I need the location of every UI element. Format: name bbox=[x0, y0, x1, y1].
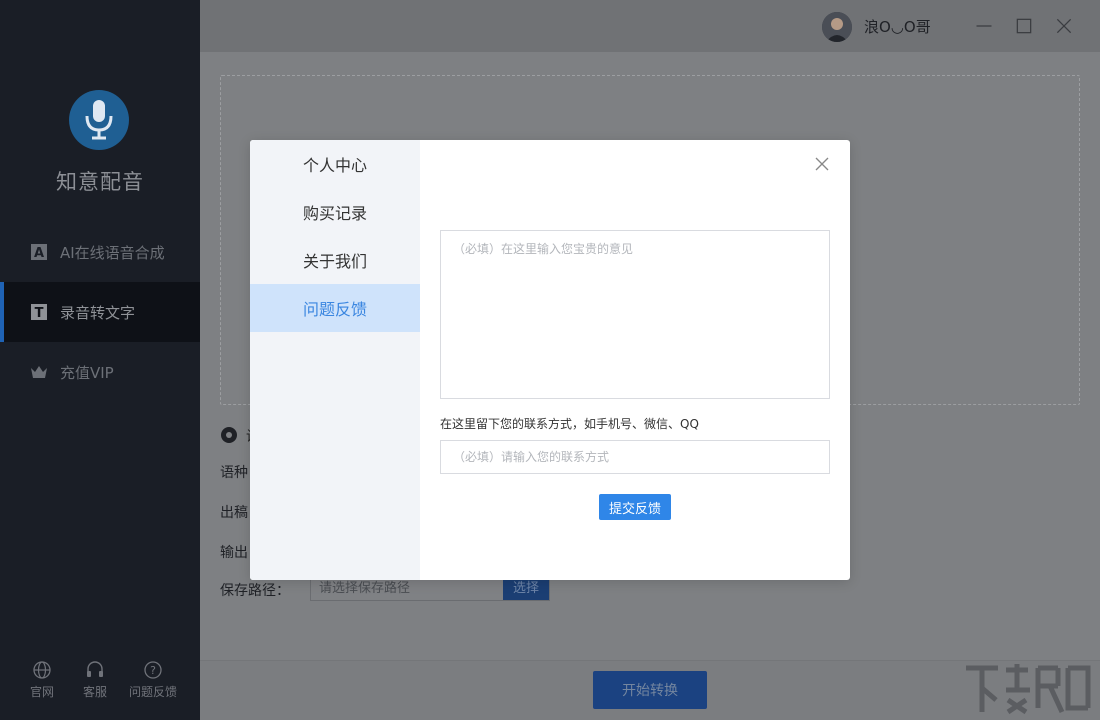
app-name: 知意配音 bbox=[56, 170, 144, 194]
watermark-logo bbox=[962, 660, 1092, 716]
sidebar-item-label: AI在线语音合成 bbox=[60, 243, 165, 262]
sidebar-item-audio-to-text[interactable]: T 录音转文字 bbox=[0, 282, 200, 342]
gear-icon bbox=[220, 426, 238, 444]
sidebar-item-vip[interactable]: 充值VIP bbox=[0, 342, 200, 402]
sidebar-item-label: 录音转文字 bbox=[60, 303, 136, 322]
close-icon[interactable] bbox=[814, 156, 830, 172]
title-bar: 浪O◡O哥 bbox=[200, 0, 1100, 52]
footer-label: 问题反馈 bbox=[128, 685, 177, 699]
start-convert-button[interactable]: 开始转换 bbox=[593, 671, 707, 709]
contact-label: 在这里留下您的联系方式，如手机号、微信、QQ bbox=[440, 417, 699, 431]
text-a-icon: A bbox=[30, 243, 48, 261]
submit-feedback-button[interactable]: 提交反馈 bbox=[599, 494, 671, 520]
footer-support[interactable]: 客服 bbox=[79, 660, 111, 700]
sidebar-item-ai-tts[interactable]: A AI在线语音合成 bbox=[0, 222, 200, 282]
feedback-textarea[interactable]: （必填）在这里输入您宝贵的意见 bbox=[440, 230, 830, 399]
globe-icon bbox=[32, 660, 52, 680]
sidebar: 知意配音 A AI在线语音合成 T 录音转文字 充值VIP 官网 客服 ? 问题… bbox=[0, 0, 200, 720]
footer-feedback[interactable]: ? 问题反馈 bbox=[124, 660, 182, 700]
minimize-icon[interactable] bbox=[972, 14, 996, 38]
crown-icon bbox=[30, 363, 48, 381]
question-icon: ? bbox=[143, 660, 163, 680]
tab-about-us[interactable]: 关于我们 bbox=[250, 236, 420, 284]
footer-label: 客服 bbox=[82, 685, 107, 699]
save-path-input[interactable]: 请选择保存路径 选择 bbox=[310, 577, 550, 601]
maximize-icon[interactable] bbox=[1012, 14, 1036, 38]
tab-profile[interactable]: 个人中心 bbox=[250, 140, 420, 188]
svg-text:?: ? bbox=[150, 664, 156, 677]
draft-label: 出稿 bbox=[220, 505, 248, 521]
microphone-logo-icon bbox=[69, 90, 129, 150]
tab-feedback[interactable]: 问题反馈 bbox=[250, 284, 420, 332]
avatar[interactable] bbox=[822, 12, 852, 42]
username[interactable]: 浪O◡O哥 bbox=[864, 16, 931, 37]
close-window-icon[interactable] bbox=[1052, 14, 1076, 38]
svg-text:T: T bbox=[35, 306, 44, 321]
sidebar-item-label: 充值VIP bbox=[60, 363, 114, 382]
tab-purchase-history[interactable]: 购买记录 bbox=[250, 188, 420, 236]
footer-label: 官网 bbox=[29, 685, 54, 699]
save-path-label: 保存路径： bbox=[220, 583, 290, 599]
headset-icon bbox=[85, 660, 105, 680]
contact-input[interactable]: （必填）请输入您的联系方式 bbox=[440, 440, 830, 474]
svg-text:A: A bbox=[34, 246, 44, 261]
text-t-icon: T bbox=[30, 303, 48, 321]
modal-nav: 个人中心 购买记录 关于我们 问题反馈 bbox=[250, 140, 420, 580]
save-path-placeholder: 请选择保存路径 bbox=[319, 581, 411, 596]
language-label: 语种 bbox=[220, 465, 248, 481]
choose-path-button[interactable]: 选择 bbox=[503, 578, 549, 600]
footer-website[interactable]: 官网 bbox=[26, 660, 58, 700]
output-label: 输出 bbox=[220, 545, 248, 561]
settings-modal: 个人中心 购买记录 关于我们 问题反馈 （必填）在这里输入您宝贵的意见 在这里留… bbox=[250, 140, 850, 580]
